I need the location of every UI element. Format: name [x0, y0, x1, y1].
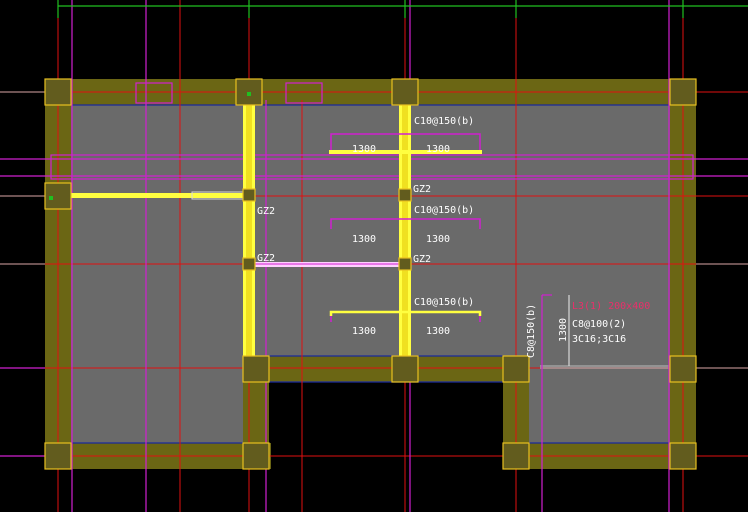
- column: [242, 188, 256, 202]
- beam-horizontal-upper: [71, 193, 243, 198]
- column: [398, 188, 412, 202]
- span-label: 1300: [426, 144, 450, 155]
- column: [502, 355, 530, 383]
- beam-stirrup-label: C8@100(2): [572, 319, 626, 330]
- column: [44, 78, 72, 106]
- column: [669, 442, 697, 470]
- side-rebar-label: C8@150(b): [526, 304, 537, 358]
- column: [398, 257, 412, 271]
- gz-label: GZ2: [413, 254, 431, 265]
- beam-bars-label: 3C16;3C16: [572, 334, 626, 345]
- gz-label: GZ2: [257, 253, 275, 264]
- slab-bottom-right: [529, 356, 670, 443]
- column: [391, 78, 419, 106]
- span-label: 1300: [352, 234, 376, 245]
- green-lines: [57, 0, 748, 18]
- column: [44, 182, 72, 210]
- floor-plan-drawing: C10@150(b) 1300 1300 GZ2 GZ2 C10@150(b) …: [0, 0, 748, 512]
- span-label: 1300: [352, 326, 376, 337]
- column: [669, 78, 697, 106]
- span-label: 1300: [426, 326, 450, 337]
- slabs: [71, 105, 670, 443]
- column: [669, 355, 697, 383]
- column: [44, 442, 72, 470]
- column: [242, 442, 270, 470]
- gz-label: GZ2: [413, 184, 431, 195]
- column: [242, 257, 256, 271]
- span-label: 1300: [352, 144, 376, 155]
- column: [502, 442, 530, 470]
- wall-mid-horizontal: [243, 356, 530, 382]
- column: [242, 355, 270, 383]
- rebar-label-top: C10@150(b): [414, 116, 474, 127]
- beam-name-label: L3(1) 200x400: [572, 301, 650, 312]
- rebar-label-mid: C10@150(b): [414, 205, 474, 216]
- column: [391, 355, 419, 383]
- span-label: 1300: [426, 234, 450, 245]
- gz-label: GZ2: [257, 206, 275, 217]
- rebar-label-bot: C10@150(b): [414, 297, 474, 308]
- side-span-label: 1300: [558, 318, 569, 342]
- slab-bottom-left: [71, 356, 243, 443]
